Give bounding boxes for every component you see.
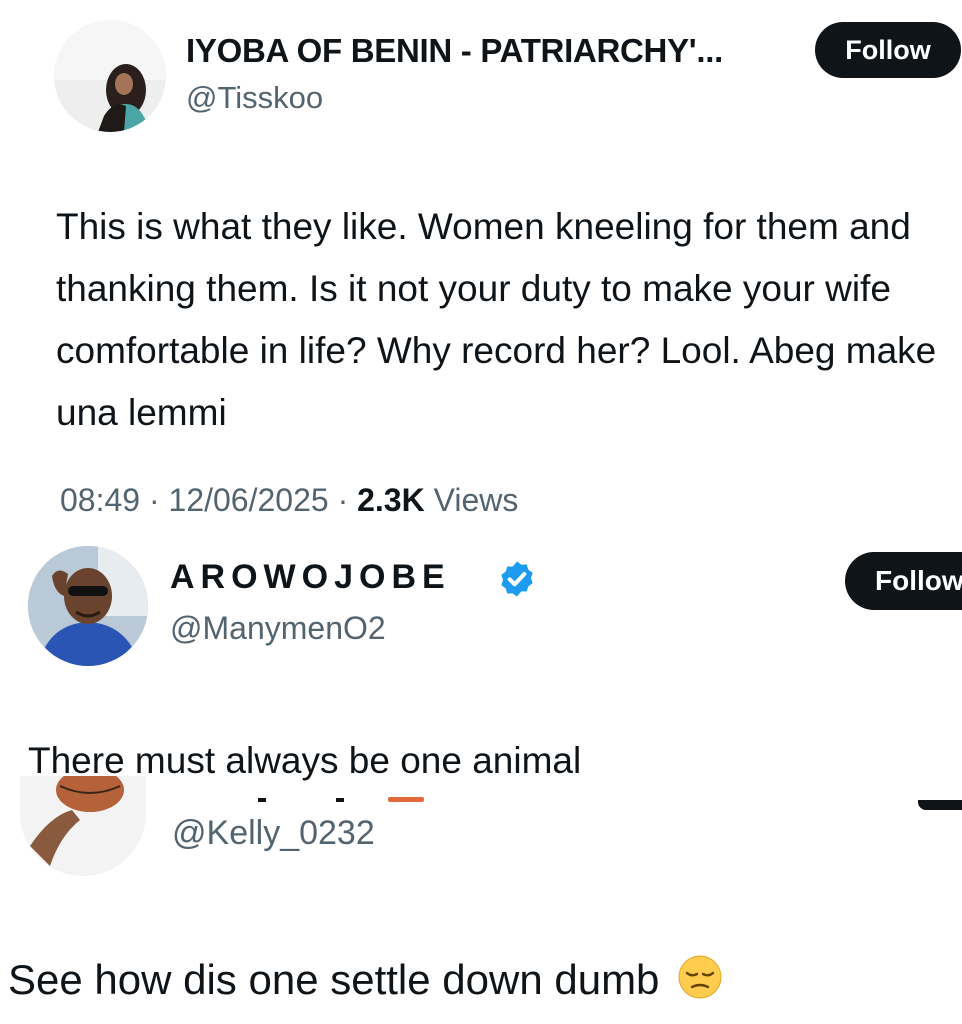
- cropped-display-name: [258, 797, 424, 802]
- avatar[interactable]: [54, 20, 166, 132]
- tweet-time[interactable]: 08:49: [60, 482, 140, 518]
- views-label: Views: [433, 482, 519, 518]
- user-handle[interactable]: @ManymenO2: [170, 610, 386, 647]
- pensive-face-icon: [678, 955, 722, 999]
- tweet-text-content: See how dis one settle down dumb: [8, 956, 660, 1003]
- follow-button[interactable]: Follow: [815, 22, 961, 78]
- tweet-date[interactable]: 12/06/2025: [169, 482, 329, 518]
- tweet-text: This is what they like. Women kneeling f…: [56, 206, 937, 433]
- tweet-screenshot-page: IYOBA OF BENIN - PATRIARCHY'... @Tisskoo…: [0, 0, 962, 1024]
- avatar[interactable]: [20, 776, 146, 876]
- follow-button[interactable]: [918, 800, 962, 810]
- follow-button[interactable]: Follow: [845, 552, 962, 610]
- views-count: 2.3K: [357, 482, 425, 518]
- user-handle[interactable]: @Kelly_0232: [172, 814, 375, 853]
- user-handle[interactable]: @Tisskoo: [186, 80, 323, 116]
- meta-separator: ·: [337, 482, 349, 518]
- tweet-meta: 08:49 · 12/06/2025 · 2.3K Views: [60, 482, 518, 519]
- verified-badge-icon: [501, 561, 533, 597]
- tweet-text: See how dis one settle down dumb: [8, 952, 723, 1008]
- avatar[interactable]: [28, 546, 148, 666]
- display-name[interactable]: IYOBA OF BENIN - PATRIARCHY'...: [186, 32, 723, 70]
- display-name[interactable]: AROWOJOBE: [170, 558, 451, 597]
- meta-separator: ·: [148, 482, 160, 518]
